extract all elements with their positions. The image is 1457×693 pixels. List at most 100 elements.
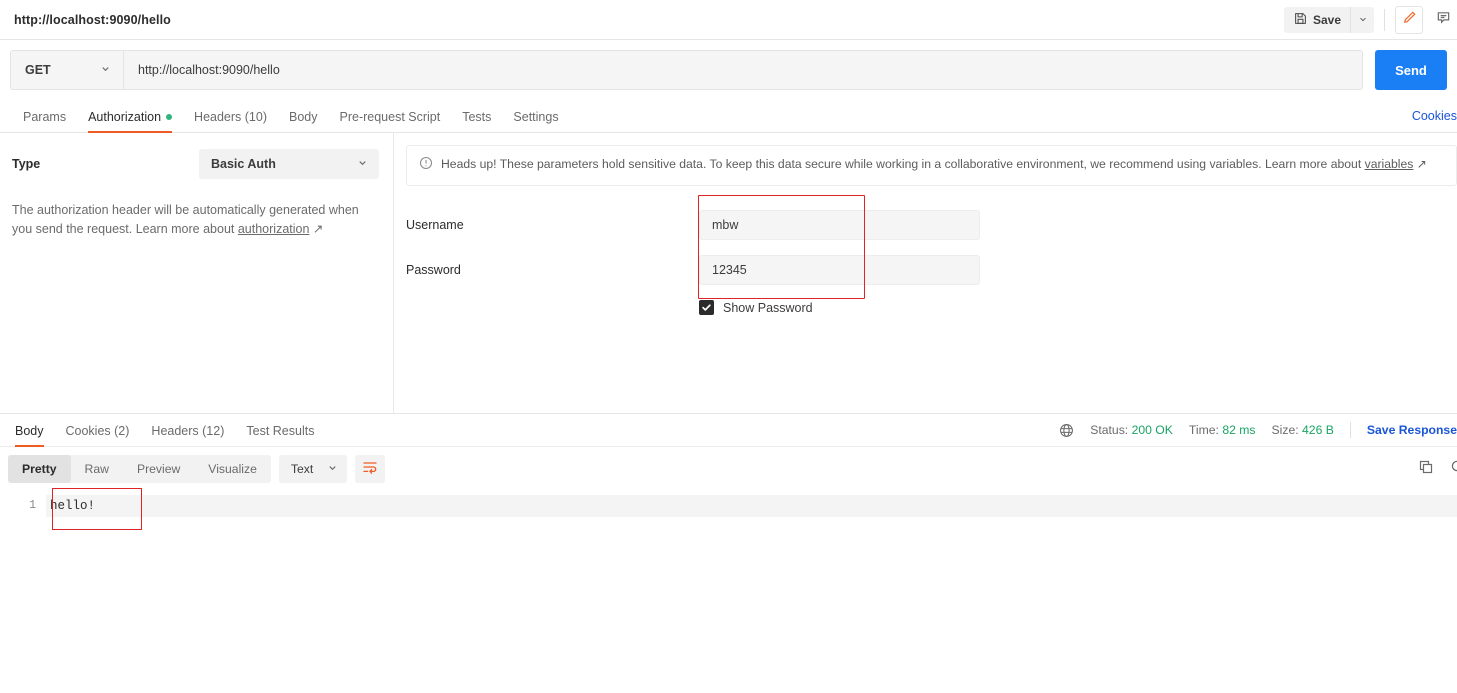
tab-body[interactable]: Body xyxy=(278,109,329,133)
tab-params[interactable]: Params xyxy=(12,109,77,133)
tab-headers-label: Headers (10) xyxy=(194,109,267,124)
tab-tests-label: Tests xyxy=(462,109,492,124)
comment-icon xyxy=(1436,10,1451,30)
response-meta: Status: 200 OK Time: 82 ms Size: 426 B S… xyxy=(1053,422,1457,438)
response-body-actions xyxy=(1418,459,1457,480)
floppy-disk-icon xyxy=(1294,12,1307,28)
external-link-icon: ↗ xyxy=(1416,157,1427,171)
topbar-actions: Save xyxy=(1283,0,1457,40)
time-label: Time: xyxy=(1188,423,1219,437)
view-raw[interactable]: Raw xyxy=(71,455,123,483)
password-input[interactable]: 12345 xyxy=(699,255,980,285)
status-label: Status: xyxy=(1090,423,1129,437)
status-value: 200 OK xyxy=(1131,423,1173,437)
modified-indicator-dot xyxy=(166,113,173,120)
response-tab-headers-label: Headers (12) xyxy=(151,423,225,438)
search-icon[interactable] xyxy=(1450,459,1457,480)
http-method-value: GET xyxy=(25,63,51,77)
authorization-learn-more-link[interactable]: authorization xyxy=(238,222,310,236)
sensitive-data-notice-text: Heads up! These parameters hold sensitiv… xyxy=(441,155,1427,175)
auth-type-select[interactable]: Basic Auth xyxy=(199,149,379,179)
variables-learn-more-link[interactable]: variables xyxy=(1365,157,1414,171)
show-password-label: Show Password xyxy=(723,300,813,315)
size-label: Size: xyxy=(1271,423,1299,437)
auth-credentials-panel: Heads up! These parameters hold sensitiv… xyxy=(394,133,1457,413)
view-preview[interactable]: Preview xyxy=(123,455,194,483)
view-visualize[interactable]: Visualize xyxy=(194,455,271,483)
credential-fields: Username mbw Password 12345 Show Passwor… xyxy=(406,195,1457,315)
save-button-group: Save xyxy=(1283,7,1374,33)
username-input[interactable]: mbw xyxy=(699,210,980,240)
tab-authorization-label: Authorization xyxy=(88,109,162,124)
response-tab-test-results[interactable]: Test Results xyxy=(235,423,325,447)
auth-type-row: Type Basic Auth xyxy=(12,149,379,179)
comments-button[interactable] xyxy=(1429,6,1457,34)
tab-body-label: Body xyxy=(289,109,318,124)
view-pretty[interactable]: Pretty xyxy=(8,455,71,483)
sensitive-data-notice: Heads up! These parameters hold sensitiv… xyxy=(406,145,1457,186)
username-row: Username mbw xyxy=(406,210,1457,240)
response-tab-cookies-label: Cookies (2) xyxy=(65,423,130,438)
password-row: Password 12345 xyxy=(406,255,1457,285)
response-body-toolbar: Pretty Raw Preview Visualize Text xyxy=(0,447,1457,491)
request-tab-title[interactable]: http://localhost:9090/hello xyxy=(14,13,171,27)
request-url-input[interactable]: http://localhost:9090/hello xyxy=(123,50,1363,90)
show-password-checkbox[interactable] xyxy=(699,300,714,315)
response-format-select[interactable]: Text xyxy=(278,455,348,483)
response-tab-headers[interactable]: Headers (12) xyxy=(140,423,235,447)
tab-headers[interactable]: Headers (10) xyxy=(183,109,278,133)
response-view-switcher: Pretty Raw Preview Visualize xyxy=(8,455,271,483)
authorization-panel: Type Basic Auth The authorization header… xyxy=(0,133,1457,413)
save-options-dropdown[interactable] xyxy=(1350,7,1374,33)
tab-tests[interactable]: Tests xyxy=(451,109,502,133)
response-tabs: Body Cookies (2) Headers (12) Test Resul… xyxy=(0,414,1457,447)
response-format-value: Text xyxy=(290,462,314,476)
chevron-down-icon xyxy=(1358,11,1368,29)
auth-type-value: Basic Auth xyxy=(211,157,276,171)
time-value: 82 ms xyxy=(1222,423,1256,437)
chevron-down-icon xyxy=(100,63,111,77)
tab-pre-request-script[interactable]: Pre-request Script xyxy=(329,109,452,133)
tab-settings[interactable]: Settings xyxy=(502,109,569,133)
code-line: 1 hello! xyxy=(0,495,1457,517)
save-button[interactable]: Save xyxy=(1284,7,1350,33)
response-body-content: 1 hello! xyxy=(0,488,1457,530)
tab-settings-label: Settings xyxy=(513,109,559,124)
save-button-label: Save xyxy=(1312,13,1341,27)
tab-params-label: Params xyxy=(23,109,67,124)
request-url-row: GET http://localhost:9090/hello Send xyxy=(0,40,1457,100)
size-metric: Size: 426 B xyxy=(1272,423,1334,437)
chevron-down-icon xyxy=(357,157,368,171)
response-tab-cookies[interactable]: Cookies (2) xyxy=(55,423,141,447)
edit-request-button[interactable] xyxy=(1395,6,1423,34)
response-tab-body[interactable]: Body xyxy=(4,424,55,447)
pencil-icon xyxy=(1402,10,1417,30)
tab-pre-request-script-label: Pre-request Script xyxy=(339,109,441,124)
response-panel: Body Cookies (2) Headers (12) Test Resul… xyxy=(0,413,1457,530)
time-metric: Time: 82 ms xyxy=(1189,423,1256,437)
show-password-toggle[interactable]: Show Password xyxy=(699,300,1457,315)
response-body-text[interactable]: hello! xyxy=(46,495,1457,517)
meta-divider xyxy=(1349,422,1351,438)
globe-icon[interactable] xyxy=(1059,423,1074,438)
tab-authorization[interactable]: Authorization xyxy=(77,109,183,133)
cookies-link[interactable]: Cookies xyxy=(1412,109,1457,123)
auth-type-panel: Type Basic Auth The authorization header… xyxy=(0,133,394,413)
auth-type-label: Type xyxy=(12,157,41,171)
line-number: 1 xyxy=(29,499,36,512)
wrap-text-icon xyxy=(362,459,378,480)
http-method-select[interactable]: GET xyxy=(10,50,123,90)
wrap-text-button[interactable] xyxy=(355,455,386,483)
username-label: Username xyxy=(406,218,464,232)
request-tabs: Params Authorization Headers (10) Body P… xyxy=(0,100,1457,133)
info-circle-icon xyxy=(419,156,433,175)
send-button[interactable]: Send xyxy=(1375,50,1447,90)
auth-help-text: The authorization header will be automat… xyxy=(12,201,372,240)
save-response-button[interactable]: Save Response xyxy=(1367,423,1457,437)
status-metric: Status: 200 OK xyxy=(1090,423,1173,437)
copy-icon[interactable] xyxy=(1418,459,1434,480)
response-tab-test-results-label: Test Results xyxy=(246,423,315,438)
external-link-icon: ↗ xyxy=(312,222,324,237)
notice-body: Heads up! These parameters hold sensitiv… xyxy=(441,157,1365,171)
window-top-bar: http://localhost:9090/hello Save xyxy=(0,0,1457,40)
